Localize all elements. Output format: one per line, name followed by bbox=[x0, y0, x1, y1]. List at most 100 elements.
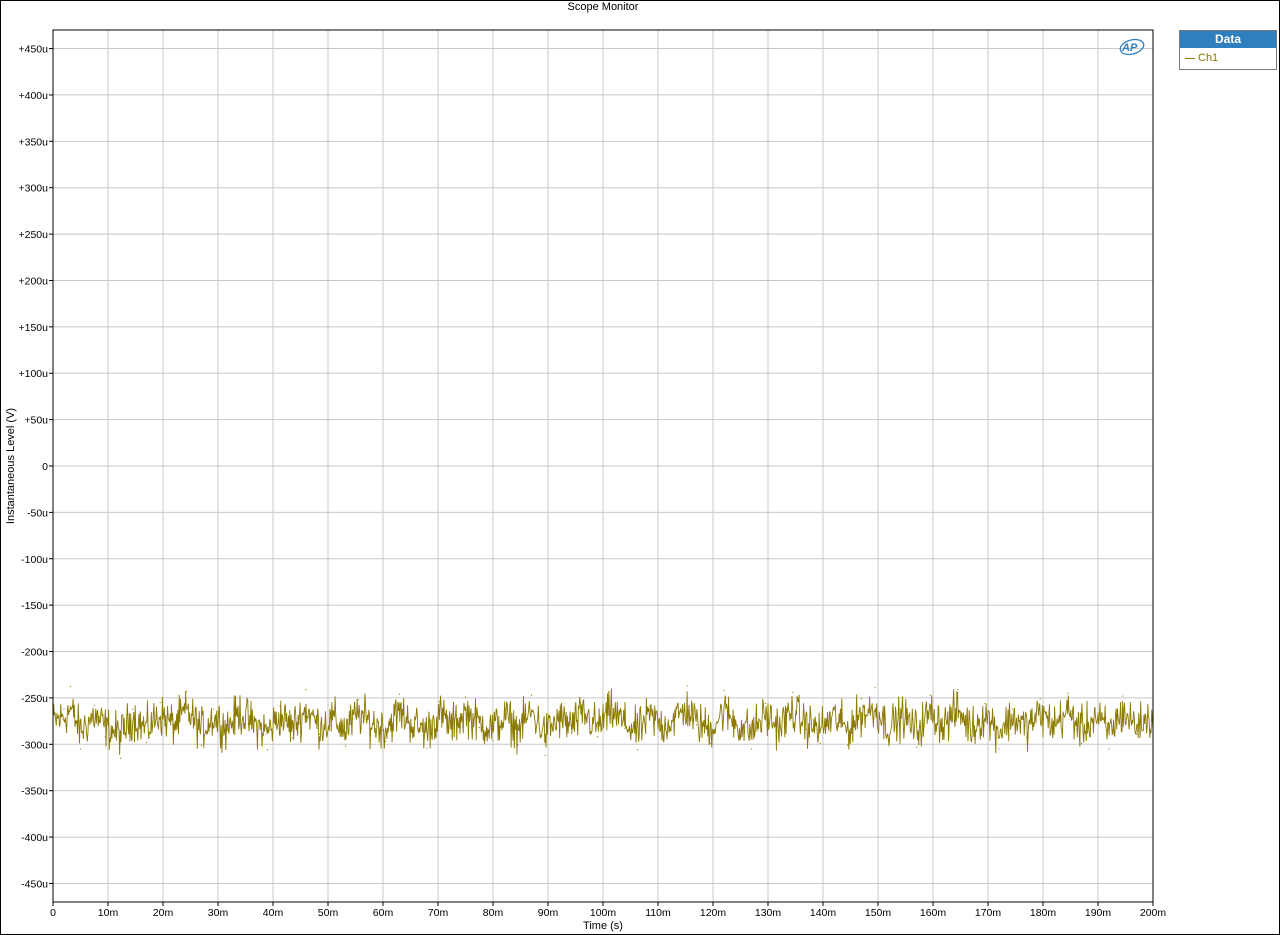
x-tick-label: 80m bbox=[483, 907, 504, 919]
data-point bbox=[637, 749, 639, 751]
data-point bbox=[929, 694, 931, 696]
data-point bbox=[200, 744, 203, 746]
data-point bbox=[695, 724, 698, 726]
data-point bbox=[970, 740, 973, 743]
y-tick-label: -400u bbox=[21, 832, 48, 844]
data-point bbox=[649, 705, 651, 707]
data-point bbox=[610, 690, 612, 693]
data-point bbox=[319, 733, 321, 735]
x-tick-label: 200m bbox=[1140, 907, 1167, 919]
scope-plot[interactable]: +450u +400u +350u +300u +250u +200u +150u +100u… bbox=[0, 0, 1280, 935]
data-point bbox=[173, 731, 175, 733]
x-tick-label: 180m bbox=[1030, 907, 1057, 919]
x-tick-label: 30m bbox=[208, 907, 229, 919]
y-tick-label: +450u bbox=[19, 44, 49, 56]
data-point bbox=[583, 700, 585, 702]
data-point bbox=[1122, 695, 1124, 697]
y-tick-label: +150u bbox=[19, 322, 49, 334]
data-point bbox=[1067, 692, 1069, 694]
legend-swatch bbox=[1185, 58, 1195, 59]
data-point bbox=[79, 748, 82, 750]
data-point bbox=[451, 735, 453, 737]
y-tick-label: +100u bbox=[19, 368, 49, 380]
data-point bbox=[1108, 748, 1110, 750]
x-tick-label: 190m bbox=[1085, 907, 1112, 919]
x-axis-label: Time (s) bbox=[583, 920, 623, 932]
data-point bbox=[1135, 733, 1138, 735]
data-point bbox=[371, 727, 373, 730]
data-point bbox=[530, 694, 533, 696]
y-tick-label: -100u bbox=[21, 554, 48, 566]
data-point bbox=[984, 702, 986, 705]
data-point bbox=[492, 739, 494, 742]
data-point bbox=[847, 744, 849, 746]
data-point bbox=[957, 688, 959, 691]
data-point bbox=[305, 688, 307, 691]
data-point bbox=[357, 699, 359, 701]
data-point bbox=[1094, 708, 1096, 710]
data-point bbox=[266, 749, 269, 751]
x-tick-label: 120m bbox=[700, 907, 727, 919]
data-point bbox=[145, 741, 148, 744]
x-tick-label: 110m bbox=[645, 907, 671, 919]
y-tick-label: -200u bbox=[21, 647, 48, 659]
data-point bbox=[1025, 737, 1028, 739]
legend-item-ch1[interactable]: Ch1 bbox=[1180, 48, 1276, 68]
y-tick-label: +50u bbox=[24, 415, 48, 427]
data-point bbox=[426, 747, 428, 749]
x-tick-label: 150m bbox=[865, 907, 892, 919]
data-point bbox=[750, 748, 753, 750]
data-point bbox=[132, 708, 134, 710]
legend-header: Data bbox=[1180, 31, 1276, 48]
data-point bbox=[888, 738, 890, 740]
data-point bbox=[686, 685, 688, 687]
data-point bbox=[332, 714, 335, 716]
data-point bbox=[860, 698, 863, 700]
x-tick-label: 40m bbox=[263, 907, 284, 919]
data-point bbox=[902, 704, 904, 706]
y-tick-label: -250u bbox=[21, 693, 48, 705]
y-tick-label: +250u bbox=[19, 229, 49, 241]
y-tick-label: -350u bbox=[21, 786, 48, 798]
x-tick-label: 160m bbox=[920, 907, 947, 919]
data-point bbox=[1012, 708, 1014, 710]
data-point bbox=[833, 707, 835, 709]
x-tick-label: 170m bbox=[975, 907, 1002, 919]
data-point bbox=[1053, 731, 1055, 733]
ap-logo-icon: AP bbox=[1119, 38, 1145, 56]
data-point bbox=[943, 730, 945, 732]
x-axis-ticks: 0 10m 20m 30m 40m 50m 60m 70m 80m 90m 100m 110m 120m… bbox=[50, 902, 1166, 919]
data-point bbox=[505, 708, 507, 710]
data-point bbox=[412, 730, 414, 732]
data-point bbox=[385, 740, 387, 743]
data-point bbox=[93, 704, 95, 706]
data-point bbox=[398, 693, 401, 695]
y-axis-ticks: +450u +400u +350u +300u +250u +200u +150u +100u… bbox=[19, 44, 53, 890]
data-point bbox=[1039, 698, 1041, 700]
y-tick-label: 0 bbox=[42, 461, 48, 473]
data-point bbox=[104, 736, 106, 738]
data-point bbox=[596, 736, 599, 738]
data-point bbox=[279, 705, 281, 707]
data-point bbox=[805, 728, 808, 731]
data-point bbox=[186, 690, 188, 693]
ap-logo-text: AP bbox=[1121, 42, 1138, 54]
data-point bbox=[225, 738, 227, 740]
x-tick-label: 10m bbox=[98, 907, 119, 919]
y-tick-label: -300u bbox=[21, 739, 48, 751]
data-point bbox=[662, 735, 665, 737]
x-tick-label: 100m bbox=[590, 907, 617, 919]
data-point bbox=[517, 744, 519, 746]
data-point bbox=[737, 730, 739, 732]
legend: Data Ch1 bbox=[1179, 30, 1277, 70]
data-point bbox=[819, 742, 821, 744]
y-tick-label: +300u bbox=[19, 183, 49, 195]
x-tick-label: 70m bbox=[428, 907, 449, 919]
data-point bbox=[70, 686, 72, 688]
x-tick-label: 50m bbox=[318, 907, 339, 919]
data-point bbox=[723, 689, 725, 692]
data-point bbox=[439, 701, 441, 703]
y-tick-label: -450u bbox=[21, 878, 48, 890]
data-point bbox=[558, 714, 560, 716]
data-point bbox=[253, 729, 255, 731]
